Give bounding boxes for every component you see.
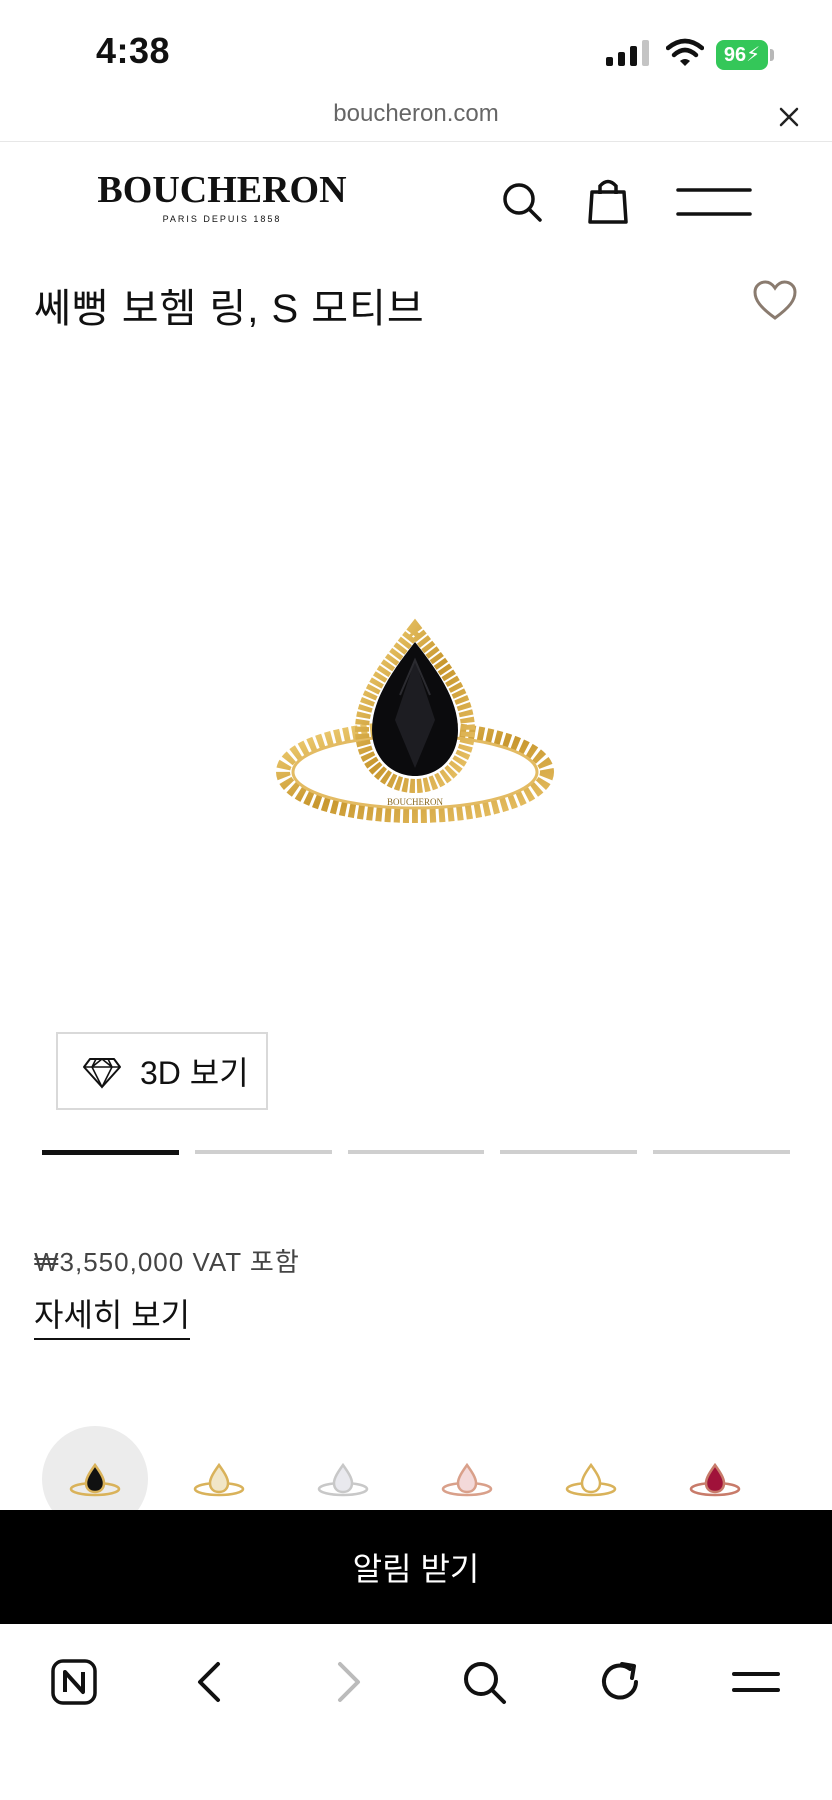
ring-thumbnail-icon bbox=[193, 1462, 245, 1497]
brand-name: BOUCHERON bbox=[97, 169, 347, 211]
product-price: ₩3,550,000 VAT 포함 bbox=[34, 1242, 300, 1279]
menu-icon[interactable] bbox=[728, 1654, 784, 1710]
shopping-bag-icon[interactable] bbox=[586, 176, 630, 224]
gallery-indicator[interactable] bbox=[194, 1150, 332, 1154]
wishlist-heart-icon[interactable] bbox=[752, 280, 798, 322]
close-icon[interactable] bbox=[774, 102, 804, 132]
browser-toolbar bbox=[0, 1624, 832, 1800]
hamburger-menu-icon[interactable] bbox=[676, 182, 752, 222]
ring-thumbnail-icon bbox=[689, 1462, 741, 1497]
url-divider bbox=[0, 141, 832, 142]
view-3d-label: 3D 보기 bbox=[140, 1055, 249, 1091]
ring-engraving: BOUCHERON bbox=[387, 797, 444, 807]
gallery-indicator[interactable] bbox=[347, 1150, 485, 1154]
notify-button[interactable]: 알림 받기 bbox=[0, 1510, 832, 1624]
gallery-indicator[interactable] bbox=[42, 1150, 179, 1155]
brand-tagline: PARIS DEPUIS 1858 bbox=[162, 214, 282, 224]
view-3d-button[interactable]: 3D 보기 bbox=[56, 1032, 268, 1110]
battery-charging-icon: 96⚡ bbox=[716, 40, 774, 70]
back-icon[interactable] bbox=[182, 1654, 238, 1710]
search-icon[interactable] bbox=[456, 1654, 512, 1710]
gallery-indicator[interactable] bbox=[500, 1150, 638, 1154]
search-icon[interactable] bbox=[500, 180, 544, 224]
gallery-indicators bbox=[42, 1150, 790, 1155]
ring-thumbnail-icon bbox=[565, 1462, 617, 1497]
reload-icon[interactable] bbox=[592, 1654, 648, 1710]
product-image[interactable]: BOUCHERON bbox=[250, 600, 580, 860]
diamond-3d-icon bbox=[83, 1057, 121, 1089]
product-title: 쎄뻥 보헴 링, S 모티브 bbox=[34, 287, 425, 331]
signal-icon bbox=[606, 40, 649, 66]
naver-home-icon[interactable] bbox=[46, 1654, 102, 1710]
details-link[interactable]: 자세히 보기 bbox=[34, 1290, 191, 1340]
price-value: ₩3,550,000 bbox=[34, 1247, 185, 1277]
battery-level: 96 bbox=[723, 44, 747, 66]
wifi-icon bbox=[666, 38, 704, 66]
ring-thumbnail-icon bbox=[317, 1462, 369, 1497]
brand-logo[interactable]: BOUCHERON PARIS DEPUIS 1858 bbox=[84, 170, 360, 224]
forward-icon[interactable] bbox=[320, 1654, 376, 1710]
ring-thumbnail-icon bbox=[441, 1462, 493, 1497]
status-time: 4:38 bbox=[96, 30, 171, 71]
ring-thumbnail-icon bbox=[69, 1462, 121, 1497]
url-label[interactable]: boucheron.com bbox=[0, 100, 832, 128]
gallery-indicator[interactable] bbox=[653, 1150, 790, 1154]
price-suffix: VAT 포함 bbox=[192, 1247, 300, 1277]
